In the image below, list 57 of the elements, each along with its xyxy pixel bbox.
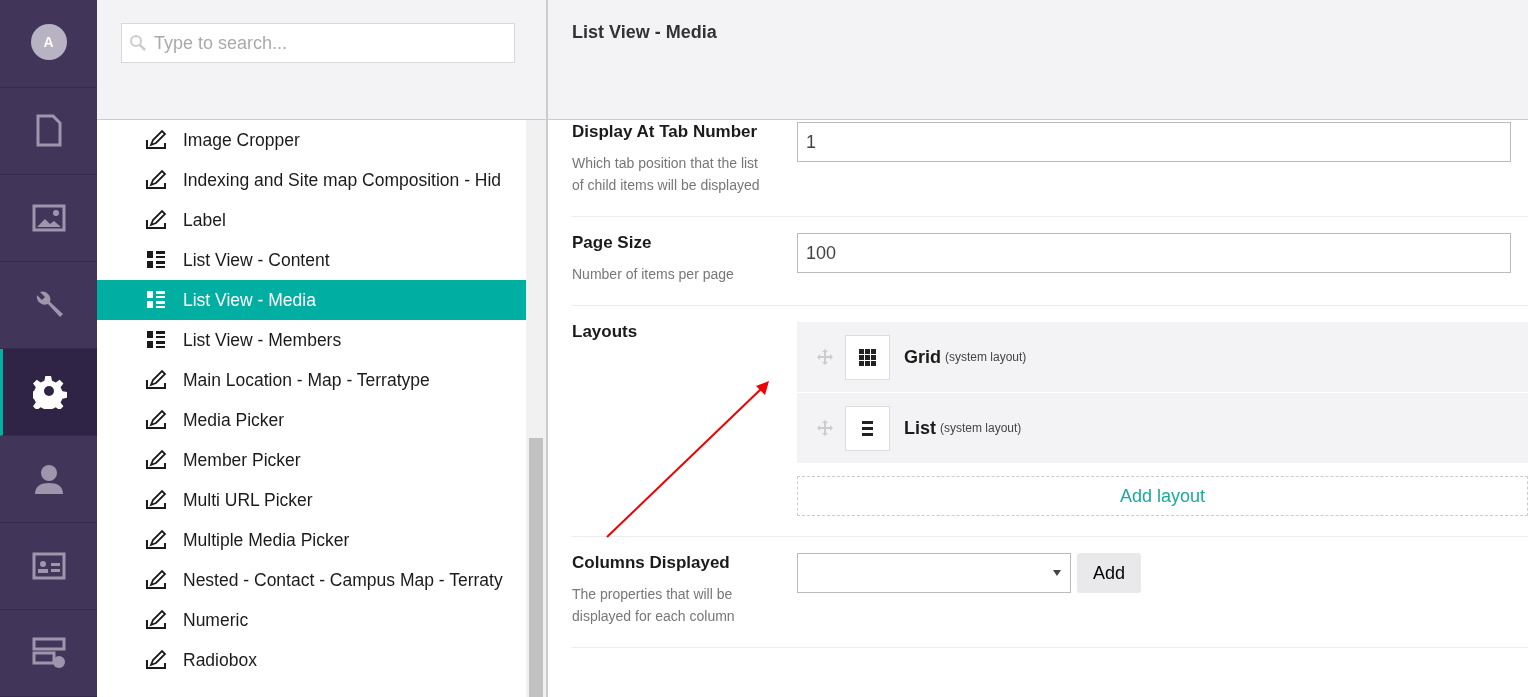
move-handle-icon[interactable] [817, 349, 833, 365]
page-title: List View - Media [572, 22, 717, 42]
property-description: Number of items per page [572, 265, 735, 284]
settings-icon [33, 375, 67, 409]
tree-item[interactable]: Member Picker [97, 440, 526, 480]
list-view-icon [145, 331, 167, 349]
layout-name: List [904, 417, 936, 439]
grid-icon [859, 348, 876, 366]
property-description: The properties that will be displayed for each column [572, 585, 736, 626]
contact-card-icon [31, 552, 66, 580]
pencil-edit-icon [145, 490, 167, 510]
tree-item[interactable]: Multi URL Picker [97, 480, 526, 520]
nav-section-button[interactable] [0, 349, 97, 436]
search-icon [129, 34, 147, 52]
list-view-icon [145, 251, 167, 269]
layout-add-icon [31, 637, 66, 669]
pencil-edit-icon [145, 410, 167, 430]
pencil-edit-icon [145, 210, 167, 230]
pencil-edit-icon [145, 610, 167, 630]
property-label: Layouts [572, 322, 639, 342]
pencil-edit-icon [145, 450, 167, 470]
tree-item[interactable]: Multiple Media Picker [97, 520, 526, 560]
tree-item[interactable]: Main Location - Map - Terratype [97, 360, 526, 400]
document-icon [34, 114, 63, 148]
tree-item[interactable]: Numeric [97, 600, 526, 640]
tree-item[interactable]: Nested - Contact - Campus Map - Terraty [97, 560, 526, 600]
property-label: Display At Tab Number [572, 122, 759, 142]
list-view-icon [145, 291, 167, 309]
add-button[interactable]: Add [1077, 553, 1142, 593]
tree-item[interactable]: Label [97, 200, 526, 240]
pencil-edit-icon [145, 650, 167, 670]
tree-item[interactable]: Radiobox [97, 640, 526, 680]
tree-item[interactable]: Image Cropper [97, 120, 526, 160]
pencil-edit-icon [145, 570, 167, 590]
move-handle-icon[interactable] [817, 420, 833, 436]
pencil-edit-icon [145, 130, 167, 150]
layout-note: (system layout) [940, 421, 1022, 435]
pencil-edit-icon [145, 370, 167, 390]
tree-item[interactable]: Indexing and Site map Composition - Hid [97, 160, 526, 200]
pencil-edit-icon [145, 170, 167, 190]
tree-item[interactable]: List View - Members [97, 320, 526, 360]
property-label: Page Size [572, 233, 653, 253]
text-input[interactable]: 100 [797, 233, 1511, 273]
image-icon [31, 204, 66, 232]
tree-item[interactable]: Media Picker [97, 400, 526, 440]
scrollbar[interactable] [526, 120, 546, 697]
property-description: Which tab position that the list of child items will be displayed [572, 154, 761, 195]
property-label: Columns Displayed [572, 553, 731, 573]
layout-name: Grid [904, 346, 941, 368]
text-input[interactable]: 1 [797, 122, 1511, 162]
caret-icon [1053, 570, 1061, 576]
list-icon [862, 420, 873, 436]
person-icon [32, 463, 65, 495]
search-field[interactable]: Type to search... [121, 23, 515, 63]
tree-item[interactable]: List View - Content [97, 240, 526, 280]
pencil-edit-icon [145, 530, 167, 550]
layout-note: (system layout) [945, 350, 1027, 364]
